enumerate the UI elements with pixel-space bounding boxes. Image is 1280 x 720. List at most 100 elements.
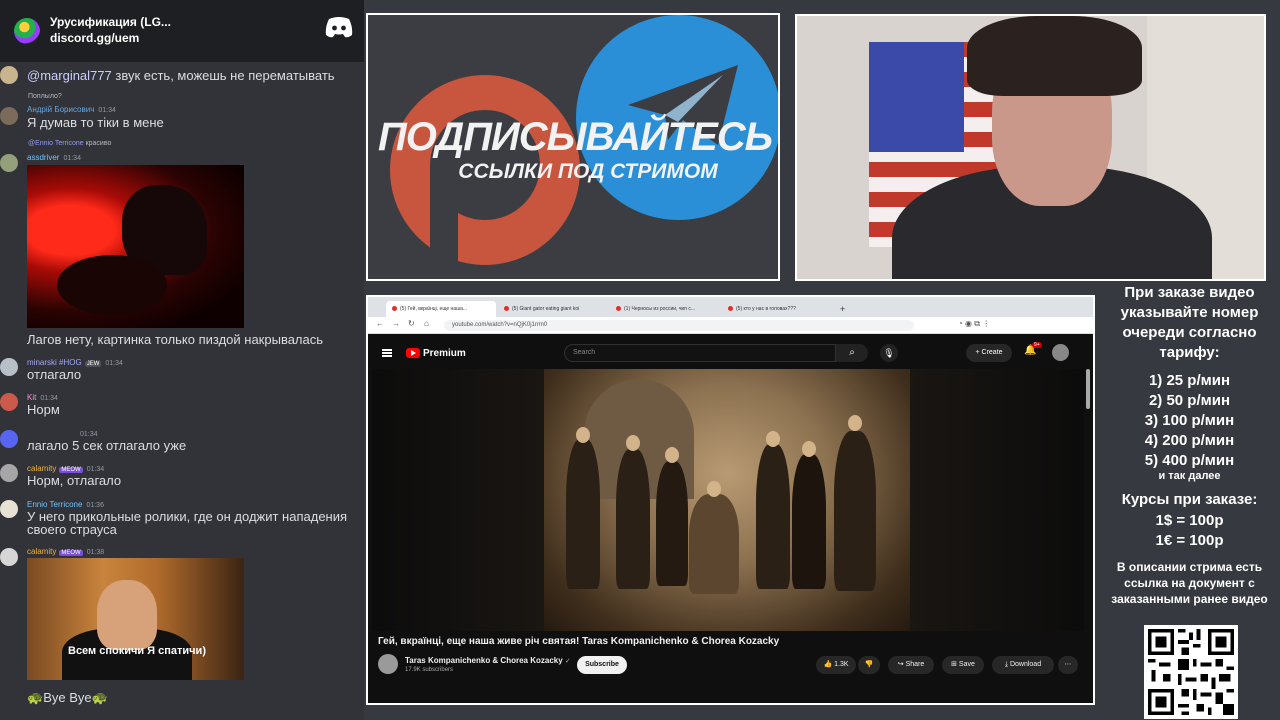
username[interactable]: calamity MEOW 01:34 bbox=[27, 464, 104, 473]
forward-icon[interactable]: → bbox=[392, 319, 400, 328]
username-text[interactable]: calamity bbox=[27, 547, 56, 556]
create-button[interactable]: + Create bbox=[966, 344, 1012, 362]
like-count: 1.3K bbox=[834, 661, 849, 668]
rate-item: 1$ = 100р bbox=[1155, 512, 1224, 529]
username[interactable]: minarski #HOG JEW 01:34 bbox=[27, 358, 123, 367]
scene-figure-head bbox=[848, 415, 862, 431]
scene-figure-head bbox=[576, 427, 590, 443]
scene-figure-head bbox=[766, 431, 780, 447]
username-text[interactable]: assdriver bbox=[27, 153, 59, 162]
thumbs-down-icon: 👎 bbox=[864, 661, 874, 668]
username[interactable]: Ennio Terricone 01:36 bbox=[27, 500, 104, 509]
channel-avatar[interactable] bbox=[378, 654, 398, 674]
home-icon[interactable]: ⌂ bbox=[424, 319, 429, 328]
subscribe-banner: ПОДПИСЫВАЙТЕСЬ ССЫЛКИ ПОД СТРИМОМ bbox=[366, 13, 780, 281]
thumbs-up-icon: 👍 bbox=[823, 661, 835, 668]
user-avatar[interactable] bbox=[0, 500, 18, 518]
like-button[interactable]: 👍 1.3K bbox=[816, 656, 856, 674]
rates-title: Курсы при заказе: bbox=[1121, 491, 1258, 508]
timestamp: 01:34 bbox=[63, 155, 81, 162]
order-instructions: При заказе видео указывайте номер очеред… bbox=[1120, 284, 1259, 361]
create-label: Create bbox=[981, 349, 1003, 356]
user-avatar[interactable] bbox=[0, 358, 18, 376]
channel-name[interactable]: Taras Kompanichenko & Chorea Kozacky ✓ bbox=[405, 656, 571, 665]
search-icon[interactable]: ⌕ bbox=[836, 344, 868, 362]
streamer-hair bbox=[967, 16, 1142, 96]
server-info: Урусификация (LG... discord.gg/uem bbox=[50, 15, 171, 47]
message-text: @marginal777 звук есть, можешь не перема… bbox=[27, 68, 335, 83]
more-icon: ⋯ bbox=[1064, 661, 1072, 668]
microphone-icon[interactable]: 🎙 bbox=[880, 344, 898, 362]
channel-name-text[interactable]: Taras Kompanichenko & Chorea Kozacky bbox=[405, 656, 563, 665]
username-text[interactable]: calamity bbox=[27, 464, 56, 473]
extensions-icon[interactable]: ◔ ◉ ⧉ ⋮ bbox=[958, 319, 990, 329]
timestamp: 01:34 bbox=[105, 360, 123, 367]
user-avatar[interactable] bbox=[0, 107, 18, 125]
username[interactable]: assdriver 01:34 bbox=[27, 153, 81, 162]
video-title: Гей, вкраїнці, еще наша живе річ святая!… bbox=[378, 636, 780, 647]
reply-preview[interactable]: @Ennio Terricone красиво bbox=[28, 140, 111, 147]
tab-title: (5) Гей, вкраїнці, еще наша... bbox=[400, 306, 468, 312]
user-avatar[interactable] bbox=[0, 393, 18, 411]
dislike-button[interactable]: 👎 bbox=[858, 656, 880, 674]
user-tag: JEW bbox=[84, 361, 102, 367]
reply-username[interactable]: @Ennio Terricone bbox=[28, 140, 84, 147]
discord-default-avatar-icon[interactable] bbox=[0, 430, 18, 448]
tariff-item: 5) 400 р/мин bbox=[1144, 452, 1235, 469]
youtube-favicon-icon bbox=[392, 306, 397, 312]
notification-badge: 9+ bbox=[1032, 342, 1042, 348]
video-player[interactable] bbox=[372, 369, 1084, 631]
youtube-brand[interactable]: Premium bbox=[423, 348, 466, 359]
download-button[interactable]: ⤓ Download bbox=[992, 656, 1054, 674]
scene-figure-head bbox=[626, 435, 640, 451]
timestamp: 01:34 bbox=[86, 466, 105, 473]
subscribe-button[interactable]: Subscribe bbox=[577, 656, 627, 674]
image-shape bbox=[57, 255, 167, 315]
user-avatar[interactable] bbox=[0, 66, 18, 84]
message-body: Bye Bye bbox=[43, 690, 92, 705]
user-mention[interactable]: @marginal777 bbox=[27, 68, 112, 83]
username[interactable]: Андрій Борисович 01:34 bbox=[27, 105, 116, 114]
message-text: отлагало bbox=[27, 367, 82, 382]
browser-tab[interactable]: (5) кто у нас в головах??? bbox=[722, 301, 832, 317]
username[interactable]: calamity MEOW 01:38 bbox=[27, 547, 104, 556]
scene-figure bbox=[834, 431, 876, 591]
tab-bar: (5) Гей, вкраїнці, еще наша... (5) Giant… bbox=[368, 297, 1093, 317]
reload-icon[interactable]: ↻ bbox=[408, 319, 415, 328]
user-avatar[interactable] bbox=[0, 464, 18, 482]
username-text[interactable]: Андрій Борисович bbox=[27, 105, 94, 114]
search-input[interactable]: Search bbox=[564, 344, 836, 362]
url-field[interactable]: youtube.com/watch?v=nQjK0j1rrm0 bbox=[444, 320, 914, 331]
banner-headline: ПОДПИСЫВАЙТЕСЬ bbox=[377, 115, 773, 159]
attached-image[interactable]: Всем спокичи Я спатичи) bbox=[27, 558, 244, 680]
turtle-emoji-icon: 🐢 bbox=[91, 690, 108, 705]
save-button[interactable]: ⊞ Save bbox=[942, 656, 984, 674]
message-body: звук есть, можешь не перематывать bbox=[111, 68, 335, 83]
user-avatar[interactable] bbox=[0, 548, 18, 566]
browser-tab[interactable]: (5) Giant gator eating giant koi bbox=[498, 301, 608, 317]
username-text[interactable]: Ennio Terricone bbox=[27, 500, 82, 509]
tariff-item: 1) 25 р/мин bbox=[1148, 372, 1231, 389]
new-tab-button[interactable]: + bbox=[834, 304, 851, 317]
description-note: В описании стрима есть ссылка на докумен… bbox=[1111, 560, 1268, 606]
qr-code-icon bbox=[1144, 625, 1238, 719]
back-icon[interactable]: ← bbox=[376, 319, 384, 328]
browser-tab[interactable]: (5) Гей, вкраїнці, еще наша... bbox=[386, 301, 496, 317]
more-actions-button[interactable]: ⋯ bbox=[1058, 656, 1078, 674]
username-text[interactable]: Kit bbox=[27, 393, 36, 402]
username[interactable]: Kit 01:34 bbox=[27, 393, 58, 402]
share-button[interactable]: ↪ Share bbox=[888, 656, 934, 674]
scene-figure bbox=[566, 439, 600, 589]
webcam-feed bbox=[795, 14, 1266, 281]
address-bar: ← → ↻ ⌂ youtube.com/watch?v=nQjK0j1rrm0 … bbox=[368, 317, 1093, 334]
browser-tab[interactable]: (1) Черносы из россии, чип с... bbox=[610, 301, 720, 317]
message-text: Норм, отлагало bbox=[27, 473, 122, 488]
user-avatar[interactable] bbox=[0, 154, 18, 172]
menu-icon[interactable] bbox=[382, 349, 392, 357]
reply-preview[interactable]: Поплыло? bbox=[28, 93, 62, 100]
attached-image[interactable] bbox=[27, 165, 244, 328]
account-avatar[interactable] bbox=[1052, 344, 1069, 361]
youtube-logo-icon[interactable] bbox=[406, 348, 420, 358]
username-text[interactable]: minarski #HOG bbox=[27, 358, 82, 367]
page-scrollbar[interactable] bbox=[1086, 369, 1090, 409]
